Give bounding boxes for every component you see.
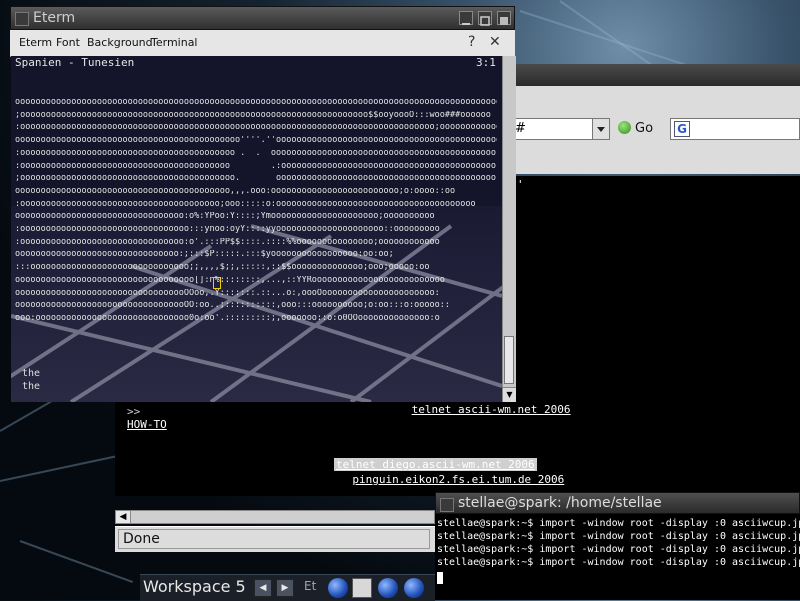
- workspace-pager: Workspace 5 ◀ ▶ Et: [140, 574, 435, 601]
- help-icon[interactable]: ?: [468, 34, 475, 50]
- ascii-art-line: :ooooooooooooooooooooooooooooooooooooooo…: [15, 161, 497, 171]
- go-arrow-icon: [618, 121, 631, 134]
- menu-font[interactable]: Font: [56, 36, 80, 49]
- prompt-arrows: >>: [127, 405, 141, 418]
- chevron-down-icon: [597, 127, 605, 132]
- ascii-art-line: ooooooooooooooooooooooooooooooooooo[]:n%…: [15, 275, 445, 285]
- search-input[interactable]: G: [670, 118, 800, 140]
- live-stream-link[interactable]: telnet ascii-wm.net 2006: [412, 403, 571, 416]
- ascii-art-line: ;ooooooooooooooooooooooooooooooooooooooo…: [15, 110, 491, 120]
- content-line-3: ?': [531, 249, 545, 262]
- workspace-label[interactable]: Workspace 5: [143, 577, 246, 596]
- ascii-art-line: oooooooooooooooooooooooooooooooooooooooo…: [15, 136, 497, 146]
- window-menu-icon[interactable]: [440, 498, 454, 512]
- globe-icon[interactable]: [328, 578, 348, 598]
- globe-icon[interactable]: [404, 578, 424, 598]
- next-workspace-button[interactable]: ▶: [276, 579, 294, 597]
- eterm-title: Eterm: [33, 10, 76, 26]
- xterm-title: stellae@spark: /home/stellae: [458, 495, 662, 511]
- xterm-screen[interactable]: stellae@spark:~$ import -window root -di…: [435, 514, 800, 600]
- ascii-art-line: :ooooooooooooooooooooooooooooooooooooooo…: [15, 148, 497, 158]
- ascii-art-line: oooooooooooooooooooooooooooooooooOO:oo..…: [15, 301, 450, 311]
- terminal-scrollbar[interactable]: ▼: [502, 56, 516, 402]
- window-menu-icon[interactable]: [15, 12, 29, 26]
- scroll-down-icon[interactable]: ▼: [503, 387, 516, 402]
- browser-statusbar: Done: [115, 526, 435, 552]
- live-stream-prefix: LIVE-STREAM!!:~$: [299, 403, 405, 416]
- content-line-1: )?: [517, 206, 531, 219]
- ascii-art-line: oooooooooooooooooooooooooooooooooooooooo…: [15, 186, 456, 196]
- mirror-link-2[interactable]: pinguin.eikon2.fs.ei.tum.de 2006: [352, 473, 564, 486]
- howto-link[interactable]: HOW-TO: [127, 418, 167, 431]
- right-small-top: HIGH: [783, 408, 800, 416]
- blank-window-icon[interactable]: [352, 578, 372, 598]
- browser-titlebar[interactable]: [510, 64, 800, 87]
- xterm-line: stellae@spark:~$ import -window root -di…: [437, 531, 800, 542]
- xterm-window: stellae@spark: /home/stellae stellae@spa…: [435, 492, 800, 600]
- terminal-cursor: [213, 277, 221, 289]
- xterm-line: stellae@spark:~$ import -window root -di…: [437, 544, 800, 555]
- close-icon[interactable]: [497, 11, 511, 25]
- ascii-art-line: :::ooooooooooooooooooooooooooooooo;;,,,,…: [15, 263, 430, 273]
- eterm-titlebar[interactable]: Eterm: [10, 6, 515, 30]
- minimize-icon[interactable]: [459, 11, 473, 25]
- maximize-icon[interactable]: [478, 11, 492, 26]
- status-text: Done: [118, 529, 430, 549]
- ascii-art-line: ooooooooooooooooooooooooooooooooo:o%:YPo…: [15, 212, 435, 222]
- scrollbar-thumb[interactable]: [504, 336, 514, 384]
- eterm-menubar: Eterm Font Background Terminal ? ✕: [10, 30, 515, 57]
- go-label: Go: [635, 121, 654, 136]
- ascii-art-line: :ooooooooooooooooooooooooooooooooooooooo…: [15, 199, 476, 209]
- mirrors-heading: MIRRORS:: [405, 431, 458, 444]
- ascii-art-line: :ooooooooooooooooooooooooooooooooooooooo…: [15, 123, 497, 133]
- go-button[interactable]: Go: [618, 118, 653, 140]
- url-dropdown-button[interactable]: [592, 118, 610, 140]
- match-title: Spanien - Tunesien: [15, 56, 135, 69]
- mirror-link-1[interactable]: telnet diego.ascii-wm.net 2006: [334, 458, 537, 471]
- ascii-art-line: ;ooooooooooooooooooooooooooooooooooooooo…: [15, 174, 497, 184]
- live-stream-line: LIVE-STREAM!!:~$ telnet ascii-wm.net 200…: [299, 403, 571, 416]
- xterm-titlebar[interactable]: stellae@spark: /home/stellae: [435, 492, 800, 514]
- mirror2-prefix: telnet: [306, 473, 346, 486]
- right-small-bottom: SIL: [781, 418, 800, 432]
- footer-line-1: the: [22, 368, 41, 379]
- footer-line-2: the: [22, 381, 41, 392]
- eterm-dock-icon[interactable]: Et: [304, 579, 316, 593]
- content-quote: ': [517, 178, 524, 191]
- menu-background[interactable]: Background: [87, 36, 153, 49]
- ascii-art-line: ooo:oooooooooooooooooooooooooooooo0o:oo'…: [15, 313, 440, 323]
- match-score: 3:1: [476, 56, 496, 69]
- menu-eterm[interactable]: Eterm: [19, 36, 52, 49]
- ascii-art-line: :oooooooooooooooooooooooooooooooo:o'.:::…: [15, 237, 440, 247]
- xterm-line: stellae@spark:~$ import -window root -di…: [437, 557, 800, 568]
- scroll-left-icon[interactable]: ◀: [116, 511, 131, 523]
- content-line-2: jg/ f: [517, 222, 551, 235]
- xterm-line: stellae@spark:~$ import -window root -di…: [437, 518, 800, 529]
- ascii-art-line: oooooooooooooooooooooooooooooooooooooooo…: [15, 98, 497, 107]
- ascii-art-line: oooooooooooooooooooooooooooooooo:;:::$P:…: [15, 250, 394, 260]
- url-text: #: [515, 121, 526, 136]
- close-terminal-icon[interactable]: ✕: [489, 34, 501, 50]
- prev-workspace-button[interactable]: ◀: [254, 579, 272, 597]
- ascii-art-line: :ooooooooooooooooooooooooooooooooo:::yno…: [15, 225, 440, 234]
- menu-terminal[interactable]: Terminal: [151, 36, 198, 49]
- mirror-line-2: telnet pinguin.eikon2.fs.ei.tum.de 2006: [306, 473, 564, 486]
- horizontal-scrollbar[interactable]: ◀: [115, 510, 435, 524]
- ascii-art-line: oooooooooooooooooooooooooooooooooOOoo,.Y…: [15, 288, 440, 298]
- xterm-cursor: [437, 572, 443, 584]
- search-engine-icon[interactable]: G: [674, 121, 690, 137]
- globe-icon[interactable]: [378, 578, 398, 598]
